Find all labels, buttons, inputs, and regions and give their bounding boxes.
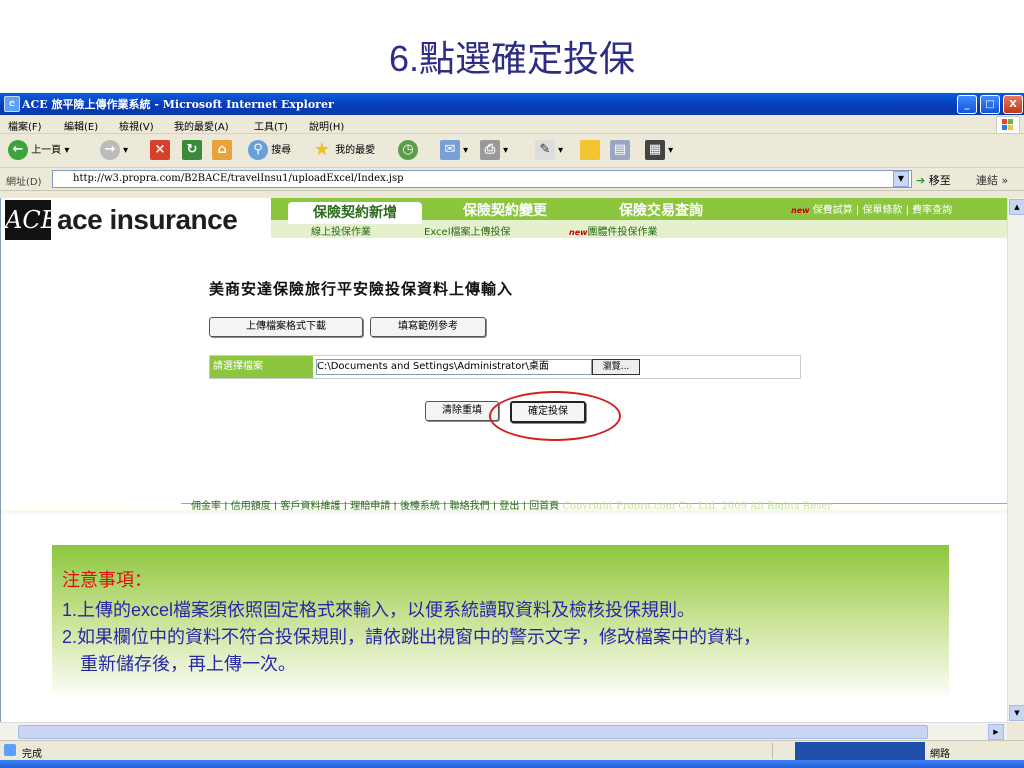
menu-bar: 檔案(F) 編輯(E) 檢視(V) 我的最愛(A) 工具(T) 說明(H) <box>0 115 1024 134</box>
download-format-button[interactable]: 上傳檔案格式下載 <box>209 317 363 337</box>
refresh-icon: ↻ <box>182 140 202 160</box>
menu-edit[interactable]: 編輯(E) <box>64 118 98 133</box>
messenger-button[interactable]: ▦ ▾ <box>645 140 673 160</box>
forward-arrow-icon: → <box>100 140 120 160</box>
close-button[interactable]: X <box>1003 95 1023 114</box>
status-bar: 完成 網路 <box>0 740 1024 761</box>
window-title: ACE 旅平險上傳作業系統 - Microsoft Internet Explo… <box>22 98 334 111</box>
favorites-button[interactable]: ★ 我的最愛 <box>312 140 375 160</box>
subnav-group[interactable]: new團體件投保作業 <box>569 223 658 238</box>
page-done-icon <box>4 744 16 756</box>
horizontal-scrollbar[interactable]: ▶ <box>0 722 1007 740</box>
go-arrow-icon: ➔ <box>916 174 926 187</box>
mail-button[interactable]: ✉ ▾ <box>440 140 468 160</box>
note-line-2: 2.如果欄位中的資料不符合投保規則，請依跳出視窗中的警示文字，修改檔案中的資料， <box>62 627 762 648</box>
scroll-up-icon[interactable]: ▲ <box>1009 199 1024 215</box>
file-path-input[interactable]: C:\Documents and Settings\Administrator\… <box>316 359 592 375</box>
note-line-1: 1.上傳的excel檔案須依照固定格式來輸入，以便系統讀取資料及檢核投保規則。 <box>62 600 696 621</box>
research-button[interactable]: ▤ <box>610 140 630 160</box>
edit-icon: ✎ <box>535 140 555 160</box>
home-icon: ⌂ <box>212 140 232 160</box>
menu-view[interactable]: 檢視(V) <box>119 118 154 133</box>
print-button[interactable]: ⎙ ▾ <box>480 140 508 160</box>
ace-logo[interactable]: ACE ace insurance <box>5 200 269 240</box>
scroll-down-icon[interactable]: ▼ <box>1009 705 1024 721</box>
restore-button[interactable]: □ <box>980 95 1000 114</box>
home-button[interactable]: ⌂ <box>212 140 232 160</box>
stop-icon: × <box>150 140 170 160</box>
file-select-row: 請選擇檔案 C:\Documents and Settings\Administ… <box>209 355 801 379</box>
address-input[interactable]: http://w3.propra.com/B2BACE/travelInsu1/… <box>52 170 912 188</box>
sample-reference-button[interactable]: 填寫範例參考 <box>370 317 486 337</box>
print-icon: ⎙ <box>480 140 500 160</box>
status-divider <box>772 743 773 759</box>
search-icon: ⚲ <box>248 140 268 160</box>
slide-title: 6.點選確定投保 <box>388 38 636 79</box>
ime-toolbar[interactable] <box>795 742 925 760</box>
edit-button[interactable]: ✎ ▾ <box>535 140 563 160</box>
menu-help[interactable]: 說明(H) <box>309 118 344 133</box>
tab-new-policy[interactable]: 保險契約新增 <box>288 202 422 224</box>
calculator-icon: ▦ <box>645 140 665 160</box>
minimize-button[interactable]: _ <box>957 95 977 114</box>
tab-query[interactable]: 保險交易查詢 <box>619 200 703 220</box>
discuss-button[interactable] <box>580 140 600 160</box>
research-icon: ▤ <box>610 140 630 160</box>
links-button[interactable]: 連結 » <box>976 172 1008 188</box>
folder-icon <box>580 140 600 160</box>
menu-tools[interactable]: 工具(T) <box>254 118 288 133</box>
zone-text: 網路 <box>930 749 950 760</box>
go-button[interactable]: ➔ 移至 <box>916 172 951 188</box>
browse-button[interactable]: 瀏覽... <box>592 359 640 375</box>
notes-title: 注意事項： <box>62 570 152 591</box>
tab-change-policy[interactable]: 保險契約變更 <box>463 200 547 220</box>
back-button[interactable]: ← 上一頁 ▾ <box>8 140 69 160</box>
link-premium-calc[interactable]: 保費試算 <box>813 205 853 216</box>
footer-band <box>1 510 1008 516</box>
highlight-circle <box>489 391 621 441</box>
vertical-scrollbar[interactable]: ▲ ▼ <box>1007 198 1024 722</box>
stop-button[interactable]: × <box>150 140 170 160</box>
reset-button[interactable]: 清除重填 <box>425 401 499 421</box>
scroll-right-icon[interactable]: ▶ <box>988 724 1004 740</box>
back-arrow-icon: ← <box>8 140 28 160</box>
search-button[interactable]: ⚲ 搜尋 <box>248 140 291 160</box>
status-text: 完成 <box>22 749 42 760</box>
refresh-button[interactable]: ↻ <box>182 140 202 160</box>
windows-flag-icon <box>996 116 1020 134</box>
note-line-2-cont: 重新儲存後，再上傳一次。 <box>80 654 296 675</box>
chevron-down-icon[interactable]: ▼ <box>893 171 909 187</box>
taskbar <box>0 760 1024 768</box>
horizontal-scroll-thumb[interactable] <box>18 725 928 739</box>
history-button[interactable]: ◷ <box>398 140 418 160</box>
ace-logo-mark: ACE <box>5 200 58 240</box>
link-policy-terms[interactable]: 保單條款 <box>862 205 902 216</box>
top-links: new 保費試算 | 保單條款 | 費率查詢 <box>791 205 953 216</box>
mail-icon: ✉ <box>440 140 460 160</box>
window-titlebar[interactable]: e ACE 旅平險上傳作業系統 - Microsoft Internet Exp… <box>0 93 1024 115</box>
menu-favorites[interactable]: 我的最愛(A) <box>174 118 229 133</box>
ace-logo-text: ace insurance <box>57 204 238 235</box>
address-bar: 網址(D) http://w3.propra.com/B2BACE/travel… <box>0 168 1024 191</box>
toolbar: ← 上一頁 ▾ → ▾ × ↻ ⌂ ⚲ 搜尋 ★ 我的最愛 ◷ ✉ ▾ ⎙ ▾ … <box>0 134 1024 168</box>
menu-file[interactable]: 檔案(F) <box>8 118 42 133</box>
file-select-label: 請選擇檔案 <box>210 356 313 378</box>
star-icon: ★ <box>313 139 331 160</box>
subnav-excel-upload[interactable]: Excel檔案上傳投保 <box>424 223 511 238</box>
forward-button[interactable]: → ▾ <box>100 140 128 160</box>
page-heading: 美商安達保險旅行平安險投保資料上傳輸入 <box>209 280 514 298</box>
history-icon: ◷ <box>398 140 418 160</box>
subnav-online[interactable]: 線上投保作業 <box>311 223 371 238</box>
ie-app-icon: e <box>4 96 20 112</box>
link-rate-query[interactable]: 費率查詢 <box>912 205 952 216</box>
address-label: 網址(D) <box>6 177 42 188</box>
